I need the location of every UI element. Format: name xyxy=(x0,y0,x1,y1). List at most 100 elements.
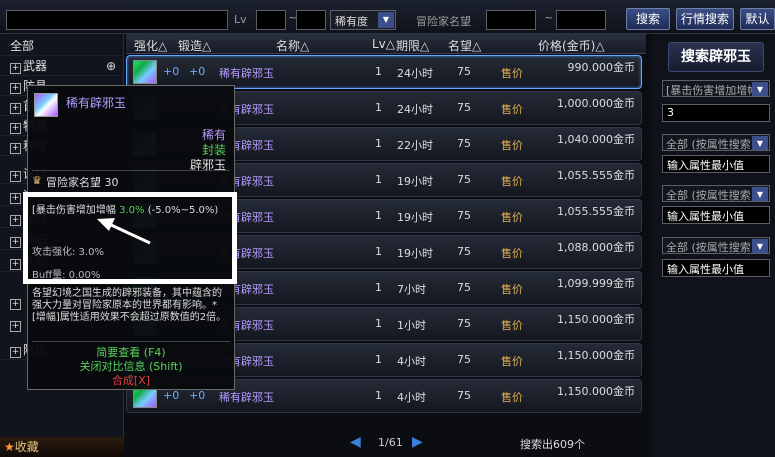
cell-name: 稀有辟邪玉 xyxy=(219,391,274,404)
cell-price-label: 售价 xyxy=(501,67,523,80)
expand-icon[interactable]: + xyxy=(10,318,23,332)
header-lv[interactable]: Lv△ xyxy=(372,37,395,51)
cell-enhance: +0 xyxy=(163,389,180,402)
expand-icon[interactable]: + xyxy=(10,347,21,358)
cell-price: 1,040.000金币 xyxy=(557,133,635,146)
attribute-min-input-1[interactable]: 输入属性最小值 xyxy=(662,155,770,173)
cell-duration: 4小时 xyxy=(397,355,426,368)
cell-price-label: 售价 xyxy=(501,211,523,224)
cell-price: 1,088.000金币 xyxy=(557,241,635,254)
pagination: ◀ 1/61 ▶ 搜索出609个 xyxy=(340,432,620,454)
cell-duration: 24小时 xyxy=(397,103,433,116)
attribute-filter-value: 全部 (按属性搜索) xyxy=(666,189,756,202)
header-forge[interactable]: 锻造△ xyxy=(178,37,211,54)
expand-icon[interactable]: + xyxy=(10,123,21,134)
cell-reputation: 75 xyxy=(457,173,471,186)
cell-forge: +0 xyxy=(189,389,206,402)
reputation-sep: ~ xyxy=(544,11,554,24)
attribute-filter-value: 全部 (按属性搜索) xyxy=(666,241,756,254)
cell-duration: 24小时 xyxy=(397,67,433,80)
header-enhance[interactable]: 强化△ xyxy=(134,37,167,54)
expand-icon[interactable]: + xyxy=(10,215,21,226)
favorites-tab[interactable]: ★收藏 xyxy=(0,437,124,457)
category-weapon[interactable]: + 武器 ⊕ xyxy=(0,56,124,76)
cell-price: 990.000金币 xyxy=(567,61,636,74)
search-bar: Lv ~ 稀有度 ▼ 冒险家名望 ~ 搜索 行情搜索 默认 xyxy=(0,0,775,34)
attribute-min-input-3[interactable]: 输入属性最小值 xyxy=(662,259,770,277)
default-button[interactable]: 默认 xyxy=(740,8,775,30)
cell-price-label: 售价 xyxy=(501,103,523,116)
cell-lv: 1 xyxy=(375,281,382,294)
expand-icon[interactable]: + xyxy=(10,143,21,154)
lv-min-input[interactable] xyxy=(256,10,286,30)
rarity-select-value: 稀有度 xyxy=(335,15,368,28)
header-price[interactable]: 价格(金币)△ xyxy=(538,37,605,54)
results-header: 强化△ 锻造△ 名称△ Lv△ 期限△ 名望△ 价格(金币)△ xyxy=(126,34,646,54)
star-icon: ★ xyxy=(4,440,15,454)
attribute-filter-3[interactable]: 全部 (按属性搜索) ▼ xyxy=(662,237,770,254)
favorites-label: 收藏 xyxy=(14,440,39,454)
cell-duration: 1小时 xyxy=(397,319,426,332)
zoom-icon[interactable]: ⊕ xyxy=(106,56,116,76)
cell-price: 1,000.000金币 xyxy=(557,97,635,110)
chevron-down-icon: ▼ xyxy=(752,82,768,96)
cell-lv: 1 xyxy=(375,173,382,186)
expand-icon[interactable]: + xyxy=(10,259,21,270)
header-duration[interactable]: 期限△ xyxy=(396,37,429,54)
cell-lv: 1 xyxy=(375,317,382,330)
expand-icon[interactable]: + xyxy=(10,296,23,310)
next-page-icon[interactable]: ▶ xyxy=(412,434,423,450)
table-row[interactable]: +0 +0 稀有辟邪玉 1 24小时 75 售价 990.000金币 xyxy=(126,55,642,89)
cell-reputation: 75 xyxy=(457,353,471,366)
chevron-down-icon: ▼ xyxy=(752,136,768,150)
cell-enhance: +0 xyxy=(163,65,180,78)
rarity-select[interactable]: 稀有度 ▼ xyxy=(330,10,396,30)
cell-duration: 4小时 xyxy=(397,391,426,404)
tooltip-reputation: 冒险家名望 30 xyxy=(46,176,119,189)
cell-duration: 7小时 xyxy=(397,283,426,296)
cell-duration: 19小时 xyxy=(397,211,433,224)
expand-icon[interactable]: + xyxy=(10,193,21,204)
lv-max-input[interactable] xyxy=(296,10,326,30)
arrow-annotation xyxy=(97,218,151,245)
attribute-select[interactable]: [暴击伤害增加增幅 ▼ xyxy=(662,80,770,97)
cell-price: 1,150.000金币 xyxy=(557,313,635,326)
market-search-button[interactable]: 行情搜索 xyxy=(676,8,734,30)
attribute-value-input[interactable]: 3 xyxy=(662,104,770,122)
cell-price: 1,099.999金币 xyxy=(557,277,635,290)
category-all[interactable]: 全部 xyxy=(0,36,124,56)
header-reputation[interactable]: 名望△ xyxy=(448,37,481,54)
expand-icon[interactable]: + xyxy=(10,83,21,94)
expand-icon[interactable]: + xyxy=(10,237,21,248)
search-button[interactable]: 搜索 xyxy=(626,8,670,30)
cell-reputation: 75 xyxy=(457,245,471,258)
jade-search-title[interactable]: 搜索辟邪玉 xyxy=(668,42,764,72)
reputation-max-input[interactable] xyxy=(556,10,606,30)
expand-icon[interactable]: + xyxy=(10,103,21,114)
cell-price-label: 售价 xyxy=(501,247,523,260)
divider xyxy=(32,341,230,342)
cell-price-label: 售价 xyxy=(501,139,523,152)
attribute-filter-2[interactable]: 全部 (按属性搜索) ▼ xyxy=(662,185,770,202)
expand-icon[interactable]: + xyxy=(10,171,21,182)
reputation-min-input[interactable] xyxy=(486,10,536,30)
prev-page-icon[interactable]: ◀ xyxy=(350,434,361,450)
expand-icon[interactable]: + xyxy=(10,63,21,74)
attribute-filter-1[interactable]: 全部 (按属性搜索) ▼ xyxy=(662,134,770,151)
combine-hint[interactable]: 合成[X] xyxy=(28,372,234,388)
header-name[interactable]: 名称△ xyxy=(276,37,309,54)
cell-price: 1,055.555金币 xyxy=(557,205,635,218)
attribute-filter-value: 全部 (按属性搜索) xyxy=(666,138,756,151)
cell-reputation: 75 xyxy=(457,101,471,114)
attribute-min-input-2[interactable]: 输入属性最小值 xyxy=(662,206,770,224)
cell-lv: 1 xyxy=(375,65,382,78)
category-label: 全部 xyxy=(10,39,35,53)
item-icon xyxy=(133,60,157,84)
chevron-down-icon: ▼ xyxy=(752,239,768,253)
item-name-input[interactable] xyxy=(6,10,228,30)
cell-price: 1,150.000金币 xyxy=(557,385,635,398)
cell-reputation: 75 xyxy=(457,65,471,78)
page-indicator: 1/61 xyxy=(378,436,403,449)
lv-label: Lv xyxy=(234,13,247,26)
cell-price: 1,055.555金币 xyxy=(557,169,635,182)
